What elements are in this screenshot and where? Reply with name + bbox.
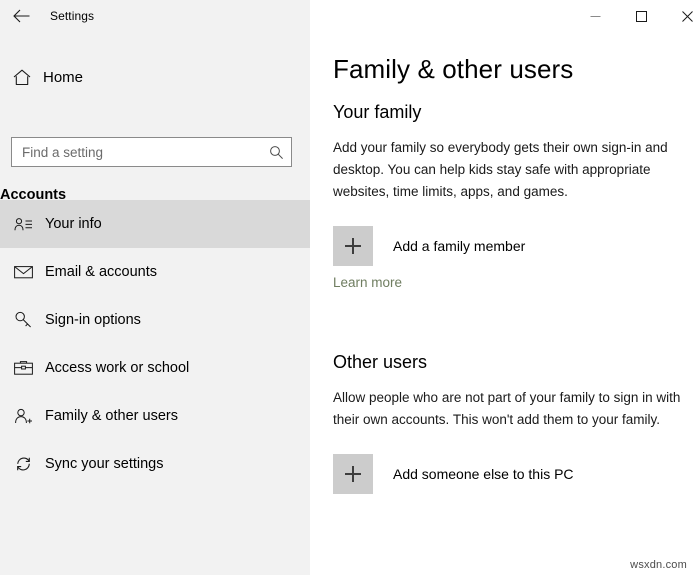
search-icon[interactable] xyxy=(265,141,287,163)
back-arrow-icon xyxy=(13,9,30,23)
sidebar-item-label: Access work or school xyxy=(45,360,189,376)
key-icon xyxy=(4,311,42,329)
other-users-heading: Other users xyxy=(333,352,693,373)
title-bar-left: Settings xyxy=(0,0,310,32)
app-title: Settings xyxy=(50,0,94,32)
your-family-section: Your family Add your family so everybody… xyxy=(333,102,693,292)
other-users-section: Other users Allow people who are not par… xyxy=(333,352,693,494)
sidebar-item-sync-your-settings[interactable]: Sync your settings xyxy=(0,440,310,488)
sidebar-nav-list: Your info Email & accounts xyxy=(0,200,310,488)
sidebar-item-email-accounts[interactable]: Email & accounts xyxy=(0,248,310,296)
plus-icon xyxy=(333,226,373,266)
sidebar-item-sign-in-options[interactable]: Sign-in options xyxy=(0,296,310,344)
search-box[interactable] xyxy=(11,137,292,167)
back-button[interactable] xyxy=(0,0,42,32)
title-bar: Settings xyxy=(0,0,694,32)
sidebar-item-label: Sync your settings xyxy=(45,456,163,472)
add-someone-else-button[interactable]: Add someone else to this PC xyxy=(333,454,683,494)
plus-icon xyxy=(333,454,373,494)
maximize-button[interactable] xyxy=(618,0,664,32)
briefcase-icon xyxy=(4,360,42,376)
settings-window: Settings xyxy=(0,0,694,575)
user-card-icon xyxy=(4,217,42,232)
home-icon xyxy=(4,69,40,86)
maximize-icon xyxy=(636,11,647,22)
learn-more-link[interactable]: Learn more xyxy=(333,275,402,290)
sync-arrows-icon xyxy=(4,455,42,473)
page-title: Family & other users xyxy=(333,54,573,85)
search-input[interactable] xyxy=(12,139,252,165)
sidebar-home-label: Home xyxy=(43,69,83,86)
search-container xyxy=(11,137,292,167)
sidebar-item-access-work-school[interactable]: Access work or school xyxy=(0,344,310,392)
envelope-icon xyxy=(4,265,42,279)
sidebar-item-home[interactable]: Home xyxy=(0,59,310,95)
close-icon xyxy=(682,11,693,22)
other-users-description: Allow people who are not part of your fa… xyxy=(333,387,683,431)
sidebar-item-label: Email & accounts xyxy=(45,264,157,280)
sidebar-item-label: Family & other users xyxy=(45,408,178,424)
sidebar-item-label: Your info xyxy=(45,216,102,232)
your-family-description: Add your family so everybody gets their … xyxy=(333,137,683,203)
minimize-button[interactable] xyxy=(572,0,618,32)
user-plus-icon xyxy=(4,408,42,425)
window-caption-buttons xyxy=(572,0,694,32)
sidebar-item-your-info[interactable]: Your info xyxy=(0,200,310,248)
add-someone-else-label: Add someone else to this PC xyxy=(393,466,574,482)
main-content: Family & other users Your family Add you… xyxy=(310,32,694,575)
your-family-heading: Your family xyxy=(333,102,693,123)
sidebar: Home Accounts xyxy=(0,32,310,575)
minimize-icon xyxy=(590,11,601,22)
close-button[interactable] xyxy=(664,0,694,32)
watermark: wsxdn.com xyxy=(630,559,687,571)
sidebar-item-family-other-users[interactable]: Family & other users xyxy=(0,392,310,440)
add-family-member-button[interactable]: Add a family member xyxy=(333,226,683,266)
add-family-member-label: Add a family member xyxy=(393,238,525,254)
sidebar-item-label: Sign-in options xyxy=(45,312,141,328)
